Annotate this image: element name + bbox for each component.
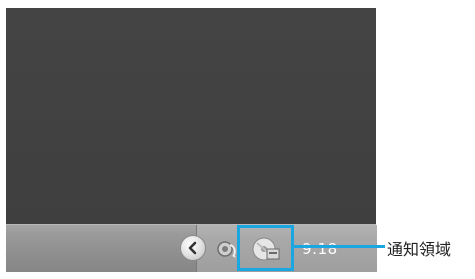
- network-icon[interactable]: [215, 237, 239, 261]
- callout-label: 通知領域: [387, 240, 452, 259]
- show-hidden-icons-button[interactable]: [180, 235, 206, 261]
- taskbar-clock[interactable]: 9:18: [302, 240, 338, 258]
- chevron-left-icon: [188, 241, 197, 255]
- notification-area-highlight: [237, 225, 294, 271]
- callout-line: [294, 245, 385, 248]
- taskbar: 9:18: [6, 224, 377, 272]
- desktop-background: [6, 8, 376, 224]
- screenshot-stage: 9:18 通知領域: [0, 0, 475, 279]
